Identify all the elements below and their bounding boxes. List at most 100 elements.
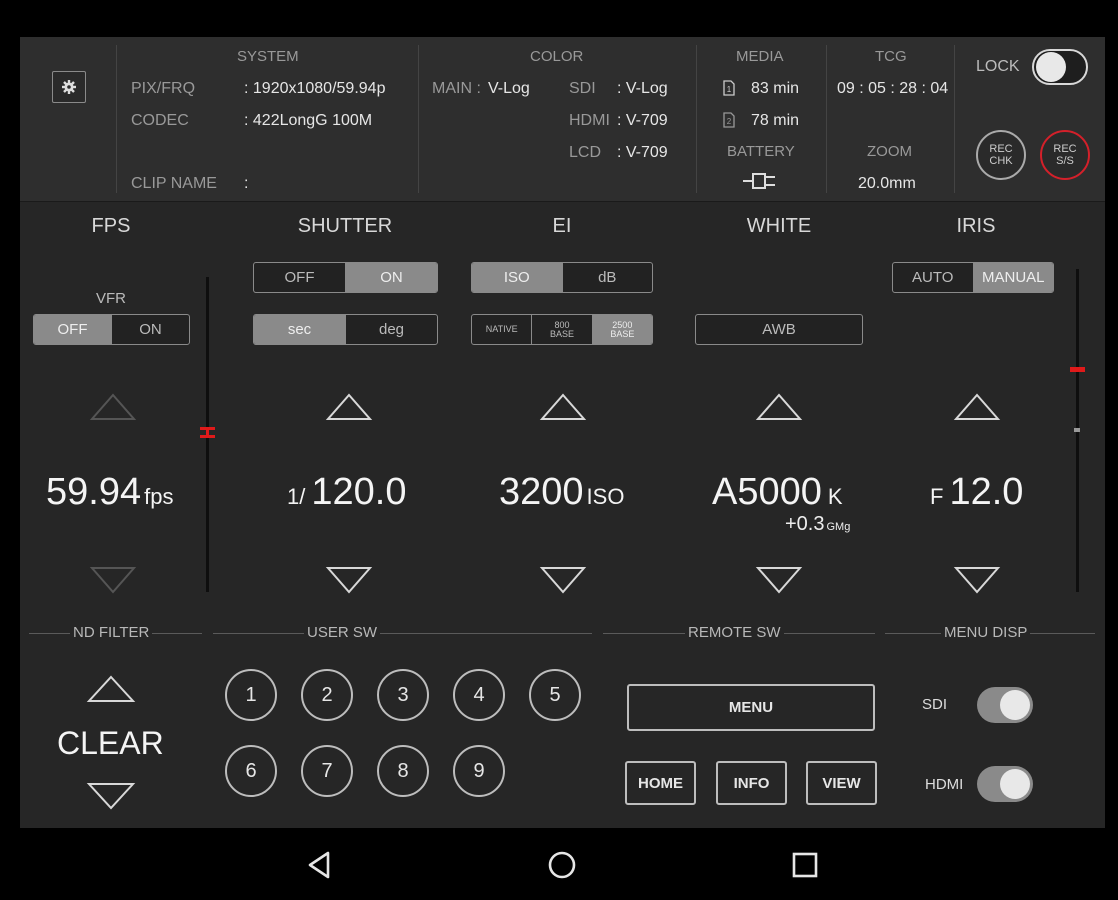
sd-card-2-icon: 2 bbox=[723, 112, 735, 128]
ei-2500-base-option[interactable]: 2500 BASE bbox=[592, 315, 652, 344]
ei-native-option[interactable]: NATIVE bbox=[472, 315, 533, 344]
ei-up-arrow-icon[interactable] bbox=[539, 392, 587, 422]
sd-card-1-icon: 1 bbox=[723, 80, 735, 96]
menu-disp-sdi-toggle[interactable] bbox=[977, 687, 1033, 723]
tcg-heading: TCG bbox=[875, 48, 907, 65]
user-sw-button-9[interactable]: 9 bbox=[453, 745, 505, 797]
white-gmg-display: +0.3 GMg bbox=[785, 513, 850, 536]
nd-down-arrow-icon[interactable] bbox=[86, 781, 136, 811]
fps-down-arrow-icon[interactable] bbox=[89, 565, 137, 595]
camera-remote-app: SYSTEM PIX/FRQ : 1920x1080/59.94p CODEC … bbox=[20, 37, 1105, 828]
color-hdmi-value: : V-709 bbox=[617, 112, 668, 129]
toggle-knob bbox=[1000, 769, 1030, 799]
divider bbox=[826, 45, 827, 193]
user-sw-button-5[interactable]: 5 bbox=[529, 669, 581, 721]
shutter-up-arrow-icon[interactable] bbox=[325, 392, 373, 422]
slot2-remaining: 78 min bbox=[751, 112, 800, 129]
zoom-heading: ZOOM bbox=[867, 143, 912, 160]
menu-disp-hdmi-toggle[interactable] bbox=[977, 766, 1033, 802]
iris-manual-option[interactable]: MANUAL bbox=[973, 263, 1053, 292]
menu-disp-sdi-label: SDI bbox=[922, 696, 948, 713]
user-sw-button-4[interactable]: 4 bbox=[453, 669, 505, 721]
color-lcd-value: : V-709 bbox=[617, 144, 668, 161]
user-sw-button-1[interactable]: 1 bbox=[225, 669, 277, 721]
shutter-on-option[interactable]: ON bbox=[346, 263, 437, 292]
iris-auto-option[interactable]: AUTO bbox=[893, 263, 974, 292]
fps-up-arrow-icon[interactable] bbox=[89, 392, 137, 422]
zoom-value: 20.0mm bbox=[858, 175, 916, 192]
fps-title: FPS bbox=[91, 215, 131, 237]
remote-menu-button[interactable]: MENU bbox=[627, 684, 875, 731]
white-value-display: A5000 K bbox=[712, 471, 843, 514]
back-triangle-icon[interactable] bbox=[306, 850, 334, 880]
menu-disp-title: MENU DISP bbox=[941, 624, 1031, 641]
white-down-arrow-icon[interactable] bbox=[755, 565, 803, 595]
user-sw-button-2[interactable]: 2 bbox=[301, 669, 353, 721]
settings-button[interactable] bbox=[52, 71, 86, 103]
vfr-on-option[interactable]: ON bbox=[112, 315, 189, 344]
ei-db-option[interactable]: dB bbox=[563, 263, 653, 292]
remote-home-button[interactable]: HOME bbox=[625, 761, 696, 805]
lock-label: LOCK bbox=[976, 58, 1020, 75]
ei-native-label: NATIVE bbox=[485, 324, 518, 334]
user-sw-button-7[interactable]: 7 bbox=[301, 745, 353, 797]
shutter-value: 120.0 bbox=[311, 471, 407, 513]
iris-prefix: F bbox=[930, 484, 944, 509]
awb-button[interactable]: AWB bbox=[695, 314, 863, 345]
nd-up-arrow-icon[interactable] bbox=[86, 674, 136, 704]
white-gmg-unit: GMg bbox=[826, 521, 851, 533]
shutter-down-arrow-icon[interactable] bbox=[325, 565, 373, 595]
shutter-sec-option[interactable]: sec bbox=[254, 315, 346, 344]
color-heading: COLOR bbox=[530, 48, 584, 65]
iris-down-arrow-icon[interactable] bbox=[953, 565, 1001, 595]
shutter-prefix: 1/ bbox=[287, 484, 306, 509]
white-title: WHITE bbox=[746, 215, 812, 237]
vfr-off-option[interactable]: OFF bbox=[34, 315, 112, 344]
rec-check-line2: CHK bbox=[989, 155, 1013, 167]
iris-mode-switch: AUTO MANUAL bbox=[892, 262, 1054, 293]
lock-toggle[interactable] bbox=[1032, 49, 1088, 85]
color-hdmi-label: HDMI bbox=[569, 112, 610, 129]
ei-down-arrow-icon[interactable] bbox=[539, 565, 587, 595]
remote-info-button[interactable]: INFO bbox=[716, 761, 787, 805]
ac-plug-icon bbox=[743, 173, 775, 189]
iris-value: 12.0 bbox=[949, 471, 1024, 513]
user-sw-button-3[interactable]: 3 bbox=[377, 669, 429, 721]
nd-filter-value: CLEAR bbox=[57, 725, 164, 761]
shutter-off-option[interactable]: OFF bbox=[254, 263, 346, 292]
user-sw-button-6[interactable]: 6 bbox=[225, 745, 277, 797]
shutter-deg-option[interactable]: deg bbox=[346, 315, 437, 344]
ei-iso-option[interactable]: ISO bbox=[472, 263, 563, 292]
home-circle-icon[interactable] bbox=[547, 850, 577, 880]
timecode-value: 09 : 05 : 28 : 04 bbox=[837, 80, 949, 97]
rec-check-line1: REC bbox=[989, 143, 1013, 155]
codec-label: CODEC bbox=[131, 112, 189, 129]
white-up-arrow-icon[interactable] bbox=[755, 392, 803, 422]
fps-value-display: 59.94 fps bbox=[46, 471, 173, 514]
menu-disp-hdmi-label: HDMI bbox=[925, 776, 964, 793]
divider bbox=[418, 45, 419, 193]
shutter-value-display: 1/ 120.0 bbox=[287, 471, 406, 514]
toggle-knob bbox=[1000, 690, 1030, 720]
remote-sw-title: REMOTE SW bbox=[685, 624, 784, 641]
user-sw-title: USER SW bbox=[304, 624, 381, 641]
fps-value: 59.94 bbox=[46, 471, 142, 513]
white-value: A5000 bbox=[712, 471, 822, 513]
recents-square-icon[interactable] bbox=[792, 852, 818, 878]
system-nav-bar bbox=[0, 828, 1118, 900]
gear-icon bbox=[62, 80, 76, 94]
ei-unit: ISO bbox=[586, 484, 625, 509]
rec-check-button[interactable]: REC CHK bbox=[976, 130, 1026, 180]
slot1-remaining: 83 min bbox=[751, 80, 800, 97]
remote-view-button[interactable]: VIEW bbox=[806, 761, 877, 805]
vfr-switch: OFF ON bbox=[33, 314, 190, 345]
ei-2500-base-label: BASE bbox=[610, 328, 635, 339]
user-sw-button-8[interactable]: 8 bbox=[377, 745, 429, 797]
iris-title: IRIS bbox=[956, 215, 996, 237]
color-sdi-label: SDI bbox=[569, 80, 596, 97]
ei-800-base-option[interactable]: 800 BASE bbox=[532, 315, 593, 344]
system-heading: SYSTEM bbox=[237, 48, 299, 65]
iris-up-arrow-icon[interactable] bbox=[953, 392, 1001, 422]
fps-unit: fps bbox=[144, 484, 174, 509]
rec-start-stop-button[interactable]: REC S/S bbox=[1040, 130, 1090, 180]
